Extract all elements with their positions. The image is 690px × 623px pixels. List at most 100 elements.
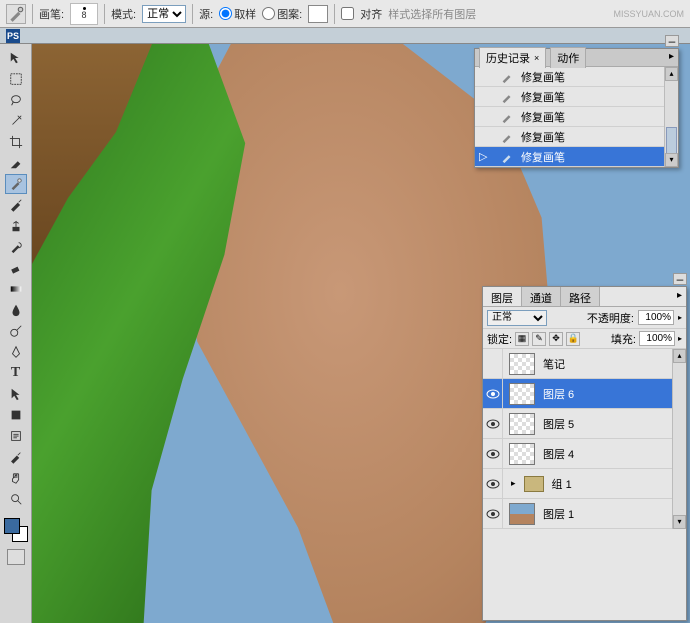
layer-visibility-toggle[interactable]: [483, 439, 503, 468]
quick-mask-toggle[interactable]: [7, 549, 25, 565]
dodge-tool-icon[interactable]: [5, 321, 27, 341]
type-tool-icon[interactable]: T: [5, 363, 27, 383]
scroll-thumb[interactable]: [666, 127, 677, 155]
scroll-up-icon[interactable]: ▴: [665, 67, 678, 81]
history-brush-tool-icon[interactable]: [5, 237, 27, 257]
marquee-tool-icon[interactable]: [5, 69, 27, 89]
lock-all-icon[interactable]: 🔒: [566, 332, 580, 346]
watermark: MISSYUAN.COM: [613, 0, 690, 28]
layer-name[interactable]: 笔记: [543, 356, 565, 372]
brush-tool-icon[interactable]: [5, 195, 27, 215]
path-select-tool-icon[interactable]: [5, 384, 27, 404]
panel-menu-icon[interactable]: ▸: [669, 51, 674, 62]
lock-pixels-icon[interactable]: ✎: [532, 332, 546, 346]
layer-name[interactable]: 图层 4: [543, 446, 574, 462]
pen-tool-icon[interactable]: [5, 342, 27, 362]
history-item[interactable]: 修复画笔: [475, 87, 678, 107]
move-tool-icon[interactable]: [5, 48, 27, 68]
history-item-label: 修复画笔: [521, 109, 565, 125]
tab-history[interactable]: 历史记录×: [479, 47, 546, 68]
layer-thumbnail[interactable]: [509, 353, 535, 375]
layer-name[interactable]: 图层 1: [543, 506, 574, 522]
history-item[interactable]: 修复画笔: [475, 127, 678, 147]
scroll-up-icon[interactable]: ▴: [673, 349, 686, 363]
layer-name[interactable]: 图层 5: [543, 416, 574, 432]
tab-paths[interactable]: 路径: [561, 287, 600, 306]
layer-row[interactable]: 图层 6: [483, 379, 686, 409]
layers-scrollbar[interactable]: ▴ ▾: [672, 349, 686, 529]
clone-stamp-tool-icon[interactable]: [5, 216, 27, 236]
layer-thumbnail[interactable]: [509, 443, 535, 465]
slice-tool-icon[interactable]: [5, 153, 27, 173]
notes-tool-icon[interactable]: [5, 426, 27, 446]
blur-tool-icon[interactable]: [5, 300, 27, 320]
history-item[interactable]: 修复画笔: [475, 107, 678, 127]
layer-row[interactable]: 图层 5: [483, 409, 686, 439]
layer-row[interactable]: 图层 4: [483, 439, 686, 469]
opacity-input[interactable]: [638, 310, 674, 325]
folder-expand-icon[interactable]: ▸: [511, 478, 516, 489]
history-item[interactable]: 修复画笔: [475, 67, 678, 87]
layer-row[interactable]: ▸ 组 1: [483, 469, 686, 499]
crop-tool-icon[interactable]: [5, 132, 27, 152]
fill-input[interactable]: [639, 331, 675, 346]
chevron-right-icon[interactable]: ▸: [678, 313, 682, 322]
tab-actions[interactable]: 动作: [550, 47, 586, 68]
lock-transparency-icon[interactable]: ▦: [515, 332, 529, 346]
tab-channels[interactable]: 通道: [522, 287, 561, 306]
scroll-down-icon[interactable]: ▾: [673, 515, 686, 529]
history-item-label: 修复画笔: [521, 89, 565, 105]
opacity-label: 不透明度:: [587, 310, 634, 326]
layer-thumbnail[interactable]: [509, 503, 535, 525]
source-sample-label: 取样: [234, 6, 256, 22]
layer-row[interactable]: 图层 1: [483, 499, 686, 529]
tab-layers[interactable]: 图层: [483, 287, 522, 306]
history-item-label: 修复画笔: [521, 69, 565, 85]
chevron-right-icon[interactable]: ▸: [678, 334, 682, 343]
layer-visibility-toggle[interactable]: [483, 379, 503, 408]
foreground-color-swatch[interactable]: [4, 518, 20, 534]
history-scrollbar[interactable]: ▴ ▾: [664, 67, 678, 167]
healing-brush-tool-icon[interactable]: [6, 4, 26, 24]
layer-name[interactable]: 图层 6: [543, 386, 574, 402]
ps-icon: PS: [6, 29, 20, 43]
brush-preset-picker[interactable]: 8: [70, 3, 98, 25]
blend-mode-select[interactable]: 正常: [142, 5, 186, 23]
lock-position-icon[interactable]: ✥: [549, 332, 563, 346]
zoom-tool-icon[interactable]: [5, 489, 27, 509]
layer-name[interactable]: 组 1: [552, 476, 572, 492]
layer-thumbnail[interactable]: [509, 413, 535, 435]
layer-thumbnail[interactable]: [509, 383, 535, 405]
aligned-checkbox[interactable]: [341, 7, 354, 20]
separator: [104, 4, 105, 24]
source-sample-radio[interactable]: [219, 7, 232, 20]
scroll-down-icon[interactable]: ▾: [665, 153, 678, 167]
eyedropper-tool-icon[interactable]: [5, 447, 27, 467]
hand-tool-icon[interactable]: [5, 468, 27, 488]
gradient-tool-icon[interactable]: [5, 279, 27, 299]
panel-minimize-icon[interactable]: –: [673, 273, 687, 285]
lock-label: 锁定:: [487, 331, 512, 347]
pattern-swatch[interactable]: [308, 5, 328, 23]
history-current-marker: ▷: [479, 150, 493, 163]
history-panel-header[interactable]: 历史记录× 动作 ▸: [475, 49, 678, 67]
eraser-tool-icon[interactable]: [5, 258, 27, 278]
layer-visibility-toggle[interactable]: [483, 499, 503, 528]
layer-visibility-toggle[interactable]: [483, 409, 503, 438]
history-item[interactable]: ▷ 修复画笔: [475, 147, 678, 167]
layer-visibility-toggle[interactable]: [483, 469, 503, 498]
shape-tool-icon[interactable]: [5, 405, 27, 425]
panel-menu-icon[interactable]: ▸: [677, 290, 682, 301]
sample-all-label: 样式选择所有图层: [388, 6, 476, 22]
color-swatches[interactable]: [4, 518, 28, 542]
healing-brush-tool-icon[interactable]: [5, 174, 27, 194]
panel-minimize-icon[interactable]: –: [665, 35, 679, 47]
layer-blend-mode-select[interactable]: 正常: [487, 310, 547, 326]
layer-visibility-toggle[interactable]: [483, 349, 503, 378]
layer-row[interactable]: 笔记: [483, 349, 686, 379]
folder-icon: [524, 476, 544, 492]
tools-panel: T: [0, 44, 32, 623]
source-pattern-radio[interactable]: [262, 7, 275, 20]
lasso-tool-icon[interactable]: [5, 90, 27, 110]
magic-wand-tool-icon[interactable]: [5, 111, 27, 131]
